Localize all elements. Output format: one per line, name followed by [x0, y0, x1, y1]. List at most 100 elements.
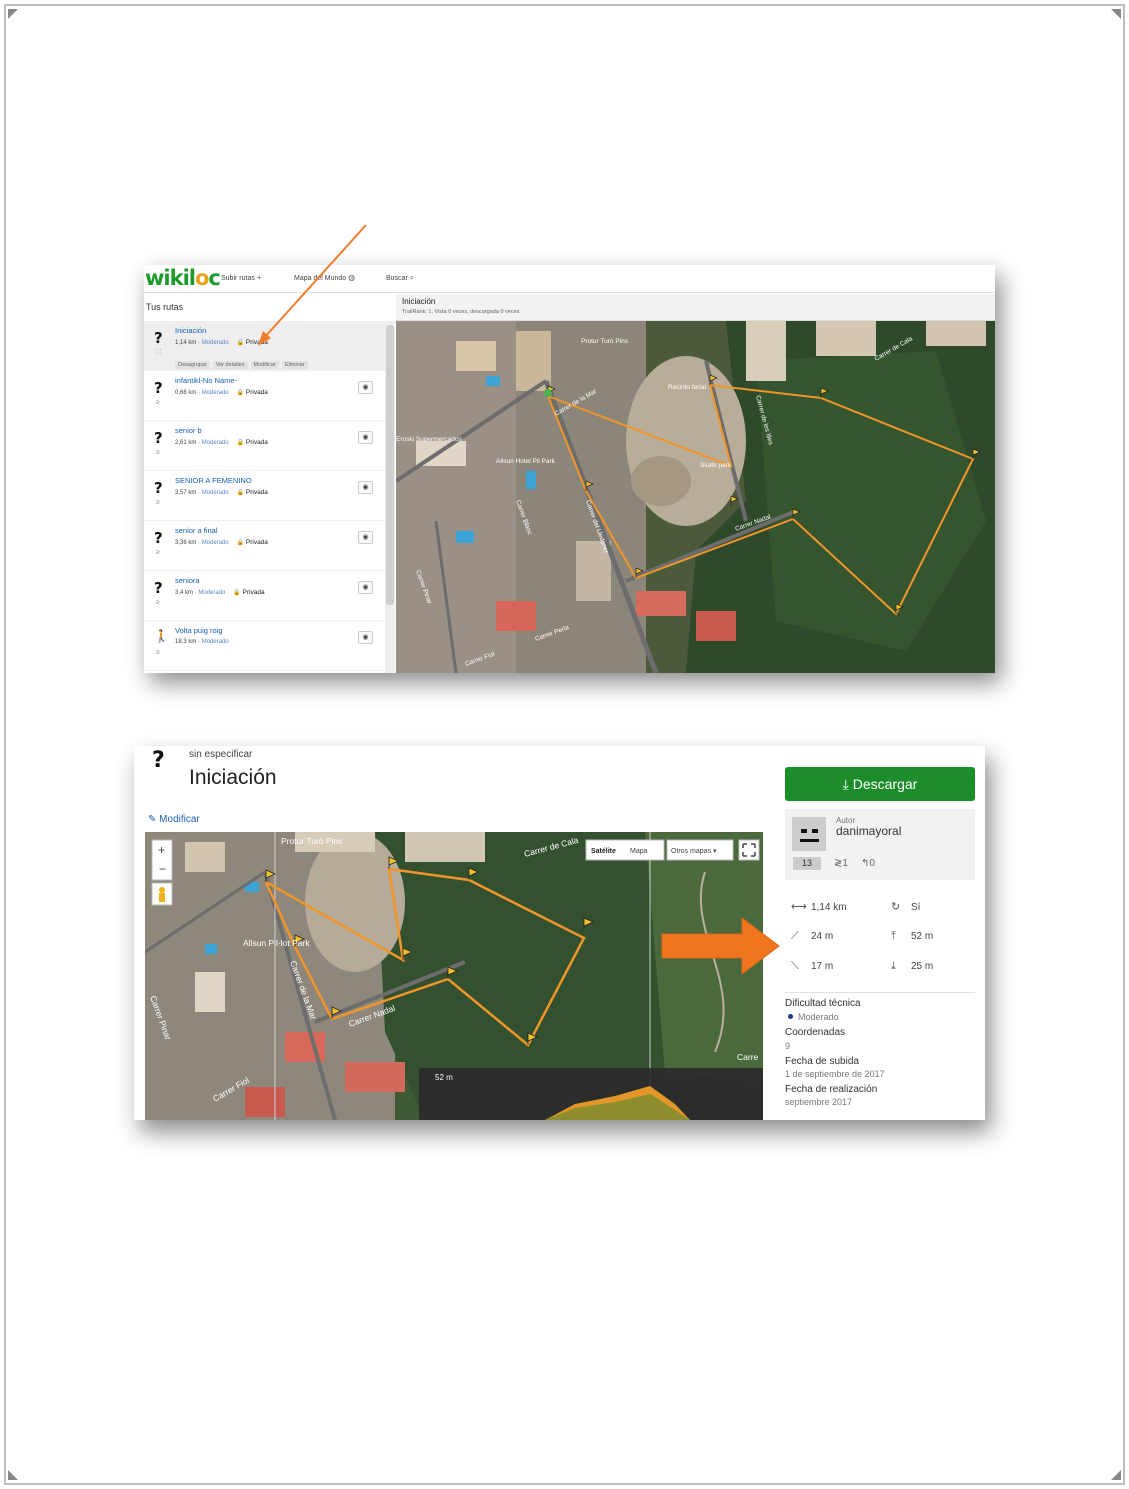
uphill-icon: ⟋ — [791, 930, 799, 942]
satellite-map[interactable]: Protur Turó Pins Recinto ferial Carrer d… — [396, 321, 995, 673]
unknown-activity-icon: ? — [154, 529, 163, 547]
lock-icon: 🔒 — [236, 340, 245, 346]
route-item[interactable]: ? ≥ infantikl-No Name- 0,68 km · Moderad… — [144, 371, 385, 421]
ungroup-button[interactable]: Desagrupar — [175, 361, 210, 369]
group-icon: ⛶ — [156, 349, 161, 356]
route-item[interactable]: ? ≥ senior b 2,61 km · Moderado 🔒 Privada… — [144, 421, 385, 471]
eye-icon[interactable]: ◉ — [358, 431, 373, 444]
coordinates-label: Coordenadas — [785, 1027, 846, 1038]
download-button[interactable]: ⤓ Descargar — [785, 767, 975, 801]
author-card: Autor danimayoral 13 ≷1 ↰0 — [785, 809, 975, 880]
delete-button[interactable]: Eliminar — [281, 361, 308, 369]
map-title: Iniciación — [402, 297, 436, 306]
difficulty-label: Dificultad técnica — [785, 998, 861, 1009]
svg-text:Carre: Carre — [737, 1052, 759, 1062]
route-name[interactable]: senior b — [175, 426, 202, 435]
sort-icon: ≥ — [156, 599, 160, 606]
nav-search[interactable]: Buscar ⌕ — [386, 273, 414, 283]
recorded-date-label: Fecha de realización — [785, 1084, 878, 1095]
lock-icon: 🔒 — [236, 390, 245, 396]
unknown-activity-icon: ? — [154, 379, 163, 397]
stat-min-elevation: ⤓ 25 m — [891, 960, 934, 972]
eye-icon[interactable]: ◉ — [358, 481, 373, 494]
lock-icon: 🔒 — [236, 540, 245, 546]
eye-icon[interactable]: ◉ — [358, 631, 373, 644]
stat-uphill: ⟋ 24 m — [791, 930, 834, 942]
corner-mark — [1111, 9, 1121, 19]
unknown-activity-icon: ? — [154, 579, 163, 597]
svg-text:Skate park: Skate park — [700, 462, 732, 469]
lock-icon: 🔒 — [236, 490, 245, 496]
edit-icon: ✎ — [148, 814, 160, 825]
stat-downhill: ⟍ 17 m — [791, 960, 834, 972]
route-name[interactable]: Volta puig roig — [175, 626, 223, 635]
eye-icon[interactable]: ◉ — [358, 381, 373, 394]
map-button: Mapa — [630, 848, 648, 855]
satellite-map[interactable]: + − Satélite Mapa Otros mapas ▾ Protur T… — [145, 832, 763, 1120]
svg-text:Eroski Supermercados: Eroski Supermercados — [396, 436, 462, 443]
route-item[interactable]: 🚶 ≥ Volta puig roig 18,3 km · Moderado ◉ — [144, 621, 385, 671]
route-item[interactable]: ? ≥ SENIOR A FEMENINO 3,57 km · Moderado… — [144, 471, 385, 521]
modify-button[interactable]: Modificar — [250, 361, 279, 369]
satellite-button: Satélite — [591, 848, 616, 855]
route-name[interactable]: seniora — [175, 576, 200, 585]
route-name[interactable]: Iniciación — [175, 326, 206, 335]
wikiloc-logo[interactable]: wikiloc — [145, 266, 221, 290]
route-meta: 3,36 km · Moderado 🔒 Privada — [175, 539, 268, 546]
route-meta: 2,61 km · Moderado 🔒 Privada — [175, 439, 268, 446]
unknown-activity-icon: ? — [154, 479, 163, 497]
route-name[interactable]: SENIOR A FEMENINO — [175, 476, 252, 485]
corner-mark — [8, 9, 18, 19]
search-icon: ⌕ — [409, 273, 415, 282]
unknown-activity-icon: ? — [154, 329, 163, 347]
upload-date-value: 1 de septiembre de 2017 — [785, 1069, 885, 1079]
scroll-thumb[interactable] — [386, 325, 394, 605]
svg-text:Otros mapas ▾: Otros mapas ▾ — [671, 848, 717, 855]
svg-text:Allsun Hotel Pil Park: Allsun Hotel Pil Park — [496, 458, 556, 465]
fullscreen-icon[interactable] — [738, 839, 760, 861]
avatar[interactable] — [792, 817, 826, 851]
sort-icon: ≥ — [156, 649, 160, 656]
route-item[interactable]: ? ≥ seniora 3,4 km · Moderado 🔒 Privada ◉ — [144, 571, 385, 621]
eye-icon[interactable]: ◉ — [358, 581, 373, 594]
download-icon: ⤓ — [842, 776, 853, 792]
author-followers: ≷1 — [834, 858, 848, 869]
svg-text:Protur Turó Pins: Protur Turó Pins — [281, 836, 342, 846]
max-elevation-icon: ⤒ — [891, 930, 896, 942]
annotation-arrow — [661, 916, 780, 976]
route-detail-screenshot: ? sin especificar Iniciación ✎ Modificar — [134, 746, 985, 1120]
sidebar-scrollbar[interactable] — [385, 321, 395, 673]
zoom-out-icon: − — [159, 862, 166, 876]
hiking-icon: 🚶 — [154, 629, 169, 643]
modify-link[interactable]: ✎ Modificar — [148, 814, 200, 825]
stat-max-elevation: ⤒ 52 m — [891, 930, 934, 942]
route-name[interactable]: infantikl-No Name- — [175, 376, 237, 385]
route-meta: 3,4 km · Moderado 🔒 Privada — [175, 589, 265, 596]
sort-icon: ≥ — [156, 499, 160, 506]
divider — [785, 992, 975, 993]
route-title: Iniciación — [189, 766, 277, 789]
unknown-activity-icon: ? — [154, 429, 163, 447]
downhill-icon: ⟍ — [791, 960, 799, 972]
map-header: Iniciación TrailRank: 1. Vista 0 veces, … — [396, 294, 995, 321]
route-item[interactable]: ? ≥ senior a final 3,36 km · Moderado 🔒 P… — [144, 521, 385, 571]
sort-icon: ≥ — [156, 449, 160, 456]
upload-date-label: Fecha de subida — [785, 1056, 859, 1067]
coordinates-value: 9 — [785, 1041, 791, 1051]
eye-icon[interactable]: ◉ — [358, 531, 373, 544]
sidebar-title: Tus rutas — [146, 302, 184, 312]
route-name[interactable]: senior a final — [175, 526, 218, 535]
svg-text:Allsun Pil·lot Park: Allsun Pil·lot Park — [243, 938, 310, 948]
stat-distance: ⟷ 1,14 km — [791, 901, 847, 913]
author-name[interactable]: danimayoral — [836, 824, 901, 838]
unknown-activity-icon: ? — [152, 748, 165, 773]
page-frame — [4, 4, 1125, 1485]
svg-text:Recinto ferial: Recinto ferial — [668, 384, 706, 391]
lock-icon: 🔒 — [236, 440, 245, 446]
svg-text:Protur Turó Pins: Protur Turó Pins — [581, 338, 629, 345]
activity-type: sin especificar — [189, 749, 253, 760]
difficulty-value: Moderado — [785, 1012, 839, 1022]
map-subtitle: TrailRank: 1. Vista 0 veces, descargada … — [402, 309, 520, 315]
corner-mark — [8, 1470, 18, 1480]
view-details-button[interactable]: Ver detalles — [212, 361, 248, 369]
